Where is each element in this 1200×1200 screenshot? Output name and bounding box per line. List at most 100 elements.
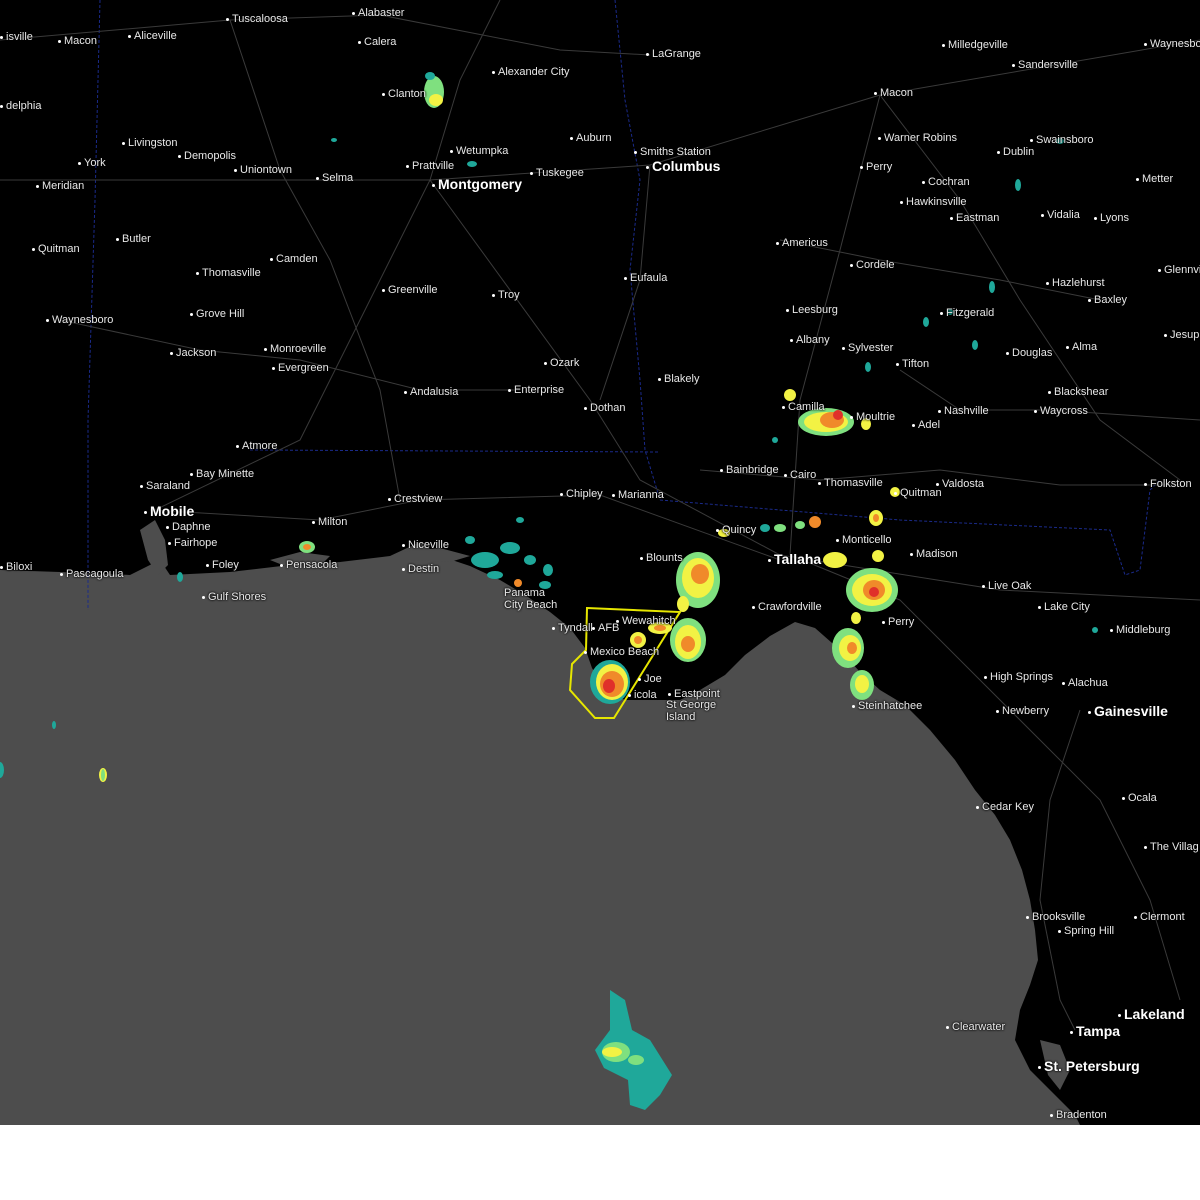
city-label-mobile: Mobile <box>144 503 194 519</box>
city-label-panama-city-beach: Panama City Beach <box>504 587 558 611</box>
city-label-columbus: Columbus <box>646 158 720 174</box>
city-label-eufaula: Eufaula <box>624 272 667 284</box>
city-label-chipley: Chipley <box>560 488 603 500</box>
city-label-evergreen: Evergreen <box>272 362 329 374</box>
city-label-high-springs: High Springs <box>984 671 1053 683</box>
city-label-calera: Calera <box>358 36 396 48</box>
city-label-grove-hill: Grove Hill <box>190 308 244 320</box>
city-label-uniontown: Uniontown <box>234 164 292 176</box>
city-label-aliceville: Aliceville <box>128 30 177 42</box>
city-label-cedar-key: Cedar Key <box>976 801 1034 813</box>
radar-map[interactable] <box>0 0 1200 1125</box>
city-label-gainesville: Gainesville <box>1088 703 1168 719</box>
city-label-jesup: Jesup <box>1164 329 1199 341</box>
city-label-lisville: isville <box>0 31 33 43</box>
city-label-enterprise: Enterprise <box>508 384 564 396</box>
city-label-americus: Americus <box>776 237 828 249</box>
city-label-wetumpka: Wetumpka <box>450 145 508 157</box>
city-label-selma: Selma <box>316 172 353 184</box>
city-label-cairo: Cairo <box>784 469 816 481</box>
city-label-blakely: Blakely <box>658 373 699 385</box>
city-label-folkston: Folkston <box>1144 478 1192 490</box>
city-label-alabaster: Alabaster <box>352 7 404 19</box>
city-label-port-st-joe: Joe <box>638 673 662 685</box>
city-label-perry-fl: Perry <box>882 616 914 628</box>
city-label-the-villages: The Villag <box>1144 841 1199 853</box>
city-label-leesburg: Leesburg <box>786 304 838 316</box>
city-label-livingston: Livingston <box>122 137 178 149</box>
city-label-live-oak: Live Oak <box>982 580 1031 592</box>
city-label-jackson: Jackson <box>170 347 216 359</box>
city-label-vidalia: Vidalia <box>1041 209 1080 221</box>
city-label-camilla: Camilla <box>782 401 825 413</box>
city-label-afb: AFB <box>592 622 619 634</box>
city-label-warner-robins: Warner Robins <box>878 132 957 144</box>
city-label-pascagoula: Pascagoula <box>60 568 124 580</box>
city-label-brooksville: Brooksville <box>1026 911 1085 923</box>
city-label-fairhope: Fairhope <box>168 537 217 549</box>
city-label-monroeville: Monroeville <box>264 343 326 355</box>
city-label-eastman: Eastman <box>950 212 999 224</box>
city-label-milledgeville: Milledgeville <box>942 39 1008 51</box>
city-label-glennville: Glennvill <box>1158 264 1200 276</box>
city-label-clanton: Clanton <box>382 88 426 100</box>
city-label-adel: Adel <box>912 419 940 431</box>
city-label-crawfordville: Crawfordville <box>752 601 822 613</box>
city-label-troy: Troy <box>492 289 520 301</box>
city-label-perry-ga: Perry <box>860 161 892 173</box>
city-label-foley: Foley <box>206 559 239 571</box>
city-label-milton: Milton <box>312 516 347 528</box>
city-label-quitman-ga: Quitman <box>894 487 942 499</box>
city-label-clermont: Clermont <box>1134 911 1185 923</box>
city-label-waynesboro-ms: Waynesboro <box>46 314 113 326</box>
city-label-thomasville-al: Thomasville <box>196 267 261 279</box>
city-label-meridian: Meridian <box>36 180 84 192</box>
city-label-lagrange: LaGrange <box>646 48 701 60</box>
city-label-tampa: Tampa <box>1070 1023 1120 1039</box>
city-label-prattville: Prattville <box>406 160 454 172</box>
city-label-thomasville-ga: Thomasville <box>818 477 883 489</box>
city-label-biloxi: Biloxi <box>0 561 32 573</box>
city-label-niceville: Niceville <box>402 539 449 551</box>
city-label-apalachicola: icola <box>628 689 657 701</box>
city-label-nashville: Nashville <box>938 405 989 417</box>
city-label-hawkinsville: Hawkinsville <box>900 196 967 208</box>
city-label-fitzgerald: Fitzgerald <box>940 307 994 319</box>
radar-map-view[interactable]: isville Macon Aliceville Tuscaloosa Alabaste… <box>0 0 1200 1200</box>
city-label-dublin: Dublin <box>997 146 1034 158</box>
city-label-bradenton: Bradenton <box>1050 1109 1107 1121</box>
city-label-alma: Alma <box>1066 341 1097 353</box>
city-label-newberry: Newberry <box>996 705 1049 717</box>
city-label-sylvester: Sylvester <box>842 342 893 354</box>
city-label-ozark: Ozark <box>544 357 579 369</box>
city-label-wewahitchka: Wewahitch <box>616 615 676 627</box>
city-label-monticello: Monticello <box>836 534 892 546</box>
city-label-crestview: Crestview <box>388 493 442 505</box>
city-label-blountstown: Blounts <box>640 552 683 564</box>
city-label-blackshear: Blackshear <box>1048 386 1108 398</box>
city-label-bainbridge: Bainbridge <box>720 464 779 476</box>
city-label-gulf-shores: Gulf Shores <box>202 591 266 603</box>
city-label-cochran: Cochran <box>922 176 970 188</box>
city-label-waycross: Waycross <box>1034 405 1088 417</box>
city-label-baxley: Baxley <box>1088 294 1127 306</box>
city-label-st-petersburg: St. Petersburg <box>1038 1058 1140 1074</box>
city-label-demopolis: Demopolis <box>178 150 236 162</box>
city-label-tallahassee: Tallaha <box>768 551 821 567</box>
city-label-tyndall: Tyndall <box>552 622 593 634</box>
city-label-greenville: Greenville <box>382 284 438 296</box>
city-label-douglas: Douglas <box>1006 347 1052 359</box>
city-label-macon-ga: Macon <box>874 87 913 99</box>
city-label-pensacola: Pensacola <box>280 559 337 571</box>
city-label-lyons: Lyons <box>1094 212 1129 224</box>
city-label-swainsboro: Swainsboro <box>1030 134 1093 146</box>
city-label-waynesboro-ga: Waynesbo <box>1144 38 1200 50</box>
city-label-metter: Metter <box>1136 173 1173 185</box>
city-label-ocala: Ocala <box>1122 792 1157 804</box>
city-label-madison: Madison <box>910 548 958 560</box>
city-label-atmore: Atmore <box>236 440 277 452</box>
city-label-clearwater: Clearwater <box>946 1021 1005 1033</box>
city-label-saraland: Saraland <box>140 480 190 492</box>
city-label-andalusia: Andalusia <box>404 386 458 398</box>
city-label-lakeland: Lakeland <box>1118 1006 1185 1022</box>
